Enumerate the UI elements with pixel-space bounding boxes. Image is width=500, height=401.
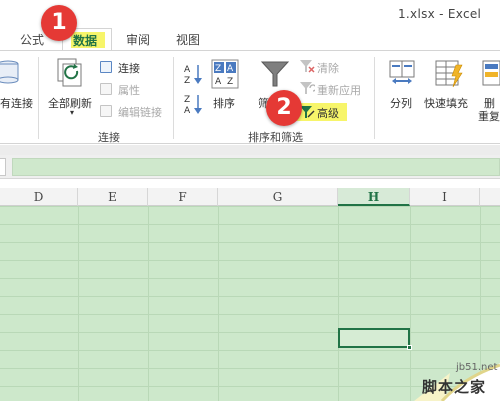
column-header-h[interactable]: H: [338, 188, 410, 206]
sort-label: 排序: [213, 97, 235, 110]
ribbon-gap: [0, 145, 500, 155]
sort-descending-icon: Z A: [184, 95, 202, 115]
tab-data-label: 数据: [73, 34, 98, 48]
database-icon: [0, 60, 19, 84]
ribbon: 有连接 全部刷新 ▾ 连接 属性 编辑链接 连接 A Z Z A Z A A Z…: [0, 50, 500, 144]
existing-connections-label: 有连接: [0, 97, 33, 110]
gridline: [148, 206, 149, 401]
gridline: [78, 206, 79, 401]
svg-text:A: A: [215, 77, 222, 87]
connections-icon: [100, 61, 112, 73]
name-box-edge[interactable]: [0, 158, 6, 176]
svg-text:A: A: [227, 64, 234, 74]
tab-formulas[interactable]: 公式: [20, 31, 44, 50]
column-header-f[interactable]: F: [148, 188, 218, 206]
remove-duplicates-label-bottom: 重复: [478, 110, 500, 123]
separator: [38, 57, 39, 139]
connections-label: 连接: [118, 62, 140, 75]
properties-label: 属性: [118, 84, 140, 97]
svg-text:A: A: [184, 65, 191, 75]
tab-view[interactable]: 视图: [176, 31, 200, 50]
sort-dialog-icon: Z A A Z: [211, 59, 239, 89]
flash-fill-icon: [435, 60, 463, 88]
reapply-icon: [300, 82, 315, 94]
reapply-label: 重新应用: [317, 84, 361, 97]
advanced-label: 高级: [317, 107, 339, 120]
sort-filter-group-label: 排序和筛选: [248, 131, 303, 144]
fill-handle[interactable]: [407, 345, 412, 350]
svg-text:Z: Z: [184, 95, 190, 105]
refresh-all-icon: [57, 58, 82, 87]
svg-text:Z: Z: [215, 64, 221, 74]
edit-links-label: 编辑链接: [118, 106, 162, 119]
column-header-d[interactable]: D: [0, 188, 78, 206]
gridline: [338, 206, 339, 401]
column-header-e[interactable]: E: [78, 188, 148, 206]
watermark-text: 脚本之家: [422, 378, 487, 396]
remove-duplicates-icon: [482, 60, 500, 86]
chevron-down-icon: ▾: [70, 108, 75, 117]
separator: [173, 57, 174, 139]
column-headers: D E F G H I: [0, 188, 500, 206]
step-badge-2: 2: [266, 90, 302, 126]
svg-text:A: A: [184, 106, 191, 115]
column-header-g[interactable]: G: [218, 188, 338, 206]
flash-fill-label: 快速填充: [424, 97, 468, 110]
separator: [374, 57, 375, 139]
gridline: [218, 206, 219, 401]
filter-icon: [260, 61, 290, 87]
ribbon-tabs: 公式 数据 审阅 视图: [0, 28, 500, 50]
active-cell[interactable]: [338, 328, 410, 348]
window-title: 1.xlsx - Excel: [398, 7, 482, 21]
formula-input[interactable]: [12, 158, 500, 176]
column-header-i[interactable]: I: [410, 188, 480, 206]
gridline: [410, 206, 411, 401]
step-badge-1: 1: [41, 5, 77, 41]
connections-group-label: 连接: [98, 131, 120, 144]
properties-icon: [100, 83, 112, 95]
text-to-columns-label: 分列: [390, 97, 412, 110]
text-to-columns-icon: [389, 60, 415, 84]
clear-filter-icon: [300, 60, 315, 73]
clear-label: 清除: [317, 62, 339, 75]
edit-links-icon: [100, 105, 112, 117]
svg-text:Z: Z: [184, 76, 190, 85]
watermark-url: jb51.net: [456, 362, 498, 373]
formula-bar: [0, 155, 500, 179]
tab-review[interactable]: 审阅: [126, 31, 150, 50]
svg-text:Z: Z: [227, 77, 233, 87]
sort-ascending-icon: A Z: [184, 65, 202, 85]
